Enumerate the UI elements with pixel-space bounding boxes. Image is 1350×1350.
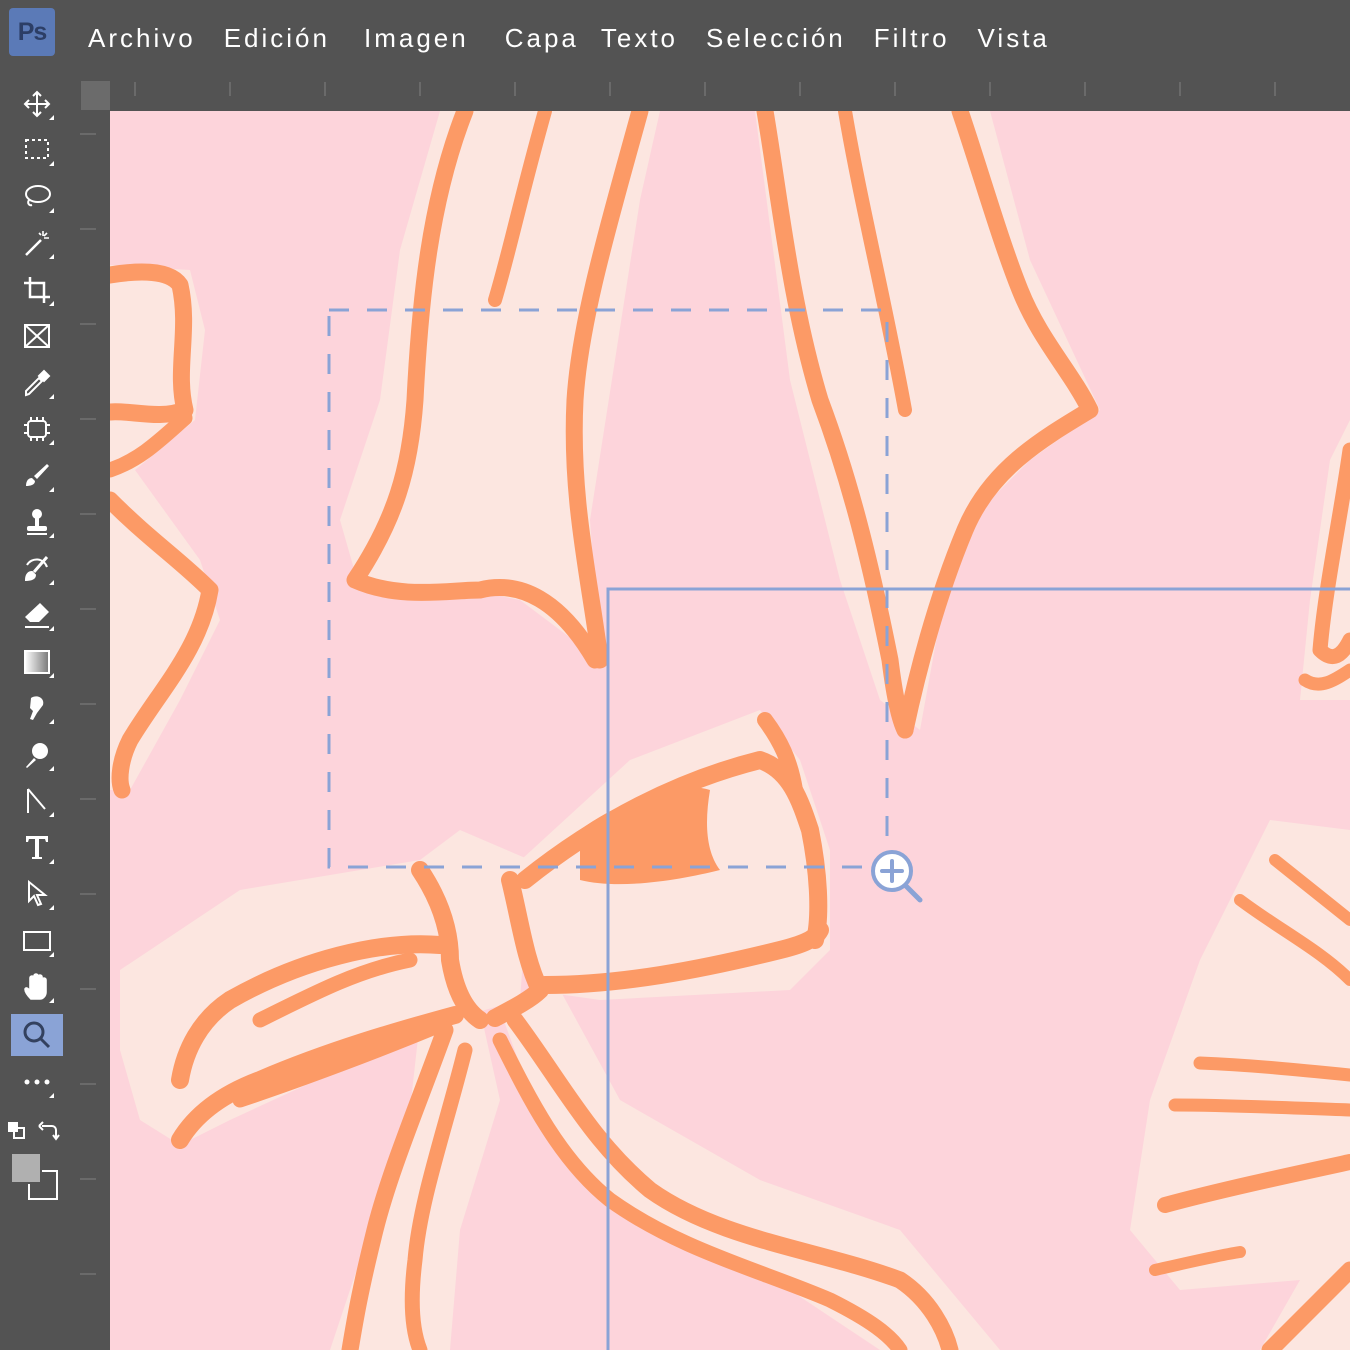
menu-archivo[interactable]: Archivo — [88, 23, 196, 54]
left-ruler[interactable] — [72, 111, 110, 1350]
tool-zoom[interactable] — [11, 1014, 63, 1056]
color-swatches — [10, 1152, 62, 1204]
ruler-tick — [80, 418, 96, 420]
ruler-tick — [514, 82, 516, 96]
ruler-tick — [1084, 82, 1086, 96]
color-swap-controls — [6, 1118, 66, 1144]
tool-spot-healing[interactable] — [10, 407, 64, 451]
ribbon-pattern-artwork — [110, 111, 1350, 1350]
tool-path-selection[interactable] — [10, 872, 64, 916]
tool-dodge[interactable] — [10, 733, 64, 777]
canvas[interactable] — [110, 111, 1350, 1350]
menu-texto[interactable]: Texto — [601, 23, 678, 54]
tool-clone-stamp[interactable] — [10, 500, 64, 544]
ruler-tick — [419, 82, 421, 96]
ruler-tick — [80, 1083, 96, 1085]
tool-frame[interactable] — [10, 314, 64, 358]
tool-type[interactable] — [10, 826, 64, 870]
tool-eraser[interactable] — [10, 593, 64, 637]
top-ruler[interactable] — [110, 72, 1350, 111]
frame-icon — [24, 324, 50, 348]
tool-magic-wand[interactable] — [10, 221, 64, 265]
ruler-tick — [989, 82, 991, 96]
ruler-tick — [134, 82, 136, 96]
ruler-tick — [80, 988, 96, 990]
ruler-tick — [80, 893, 96, 895]
ribbon-shape — [110, 265, 220, 790]
tools-panel — [0, 80, 72, 1280]
ruler-tick — [80, 513, 96, 515]
tool-marquee[interactable] — [10, 128, 64, 172]
photoshop-logo[interactable]: Ps — [9, 8, 55, 56]
tool-pen[interactable] — [10, 779, 64, 823]
tool-crop[interactable] — [10, 268, 64, 312]
tool-rectangle[interactable] — [10, 919, 64, 963]
tool-move[interactable] — [10, 82, 64, 126]
zoom-icon — [23, 1021, 51, 1049]
ruler-tick — [704, 82, 706, 96]
tool-history-brush[interactable] — [10, 547, 64, 591]
menu-filtro[interactable]: Filtro — [874, 23, 950, 54]
ruler-tick — [80, 608, 96, 610]
tool-more[interactable] — [10, 1060, 64, 1104]
ruler-tick — [80, 798, 96, 800]
ruler-tick — [609, 82, 611, 96]
default-colors-icon[interactable] — [6, 1120, 28, 1142]
tool-smudge[interactable] — [10, 686, 64, 730]
ruler-tick — [1274, 82, 1276, 96]
tool-eyedropper[interactable] — [10, 361, 64, 405]
menu-bar: Ps Archivo Edición Imagen Capa Texto Sel… — [0, 0, 1350, 72]
tool-brush[interactable] — [10, 454, 64, 498]
menu-edicion[interactable]: Edición — [224, 23, 330, 54]
ruler-tick — [80, 1273, 96, 1275]
ruler-tick — [80, 703, 96, 705]
ruler-tick — [80, 323, 96, 325]
menu-capa[interactable]: Capa — [505, 23, 579, 54]
ruler-tick — [229, 82, 231, 96]
foreground-color-swatch[interactable] — [10, 1152, 42, 1184]
ruler-tick — [80, 1178, 96, 1180]
zoom-in-icon — [871, 850, 923, 903]
menu-items: Archivo Edición Imagen Capa Texto Selecc… — [88, 18, 1078, 58]
tool-hand[interactable] — [10, 965, 64, 1009]
ribbon-stroke — [1168, 1098, 1350, 1117]
tool-lasso[interactable] — [10, 175, 64, 219]
menu-seleccion[interactable]: Selección — [706, 23, 846, 54]
ruler-tick — [799, 82, 801, 96]
ruler-tick — [1179, 82, 1181, 96]
ruler-tick — [324, 82, 326, 96]
menu-vista[interactable]: Vista — [978, 23, 1050, 54]
ruler-corner[interactable] — [81, 81, 110, 110]
swap-colors-icon[interactable] — [38, 1120, 60, 1142]
menu-imagen[interactable]: Imagen — [364, 23, 469, 54]
ruler-tick — [80, 228, 96, 230]
ruler-tick — [80, 133, 96, 135]
tool-gradient[interactable] — [10, 640, 64, 684]
ruler-tick — [894, 82, 896, 96]
